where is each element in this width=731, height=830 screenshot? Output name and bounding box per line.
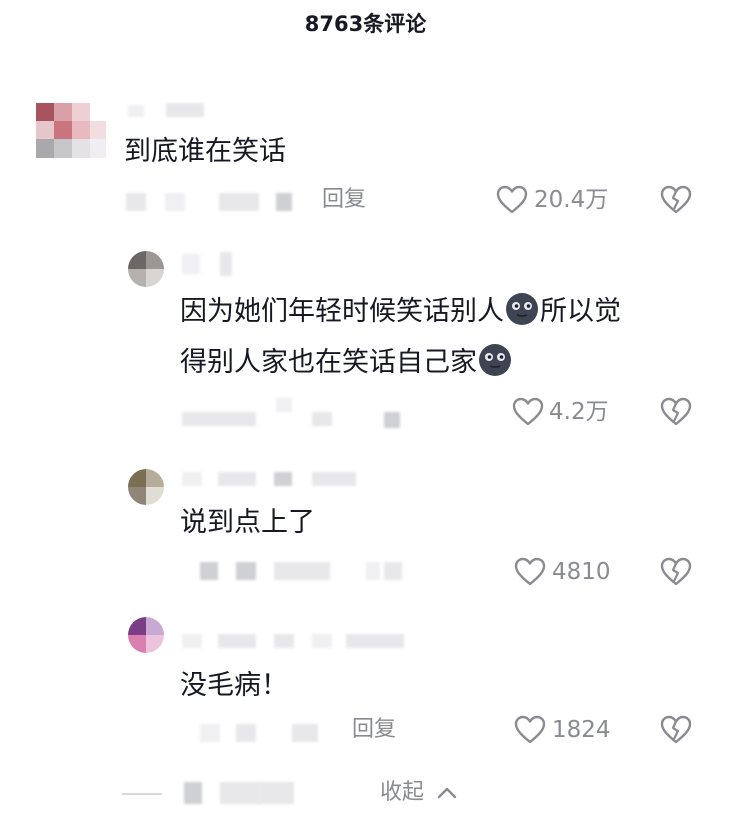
avatar[interactable] [128,617,164,653]
comments-count-title: 8763条评论 [304,12,427,36]
dislike-broken-heart-icon[interactable] [660,714,692,746]
like-button[interactable]: 4.2万 [512,396,622,428]
dislike-broken-heart-icon[interactable] [660,556,692,588]
chevron-up-icon [437,787,457,799]
like-button[interactable]: 20.4万 [496,184,616,216]
like-button[interactable]: 4810 [514,556,624,588]
heart-icon [514,715,546,744]
new-moon-face-emoji [505,292,539,326]
reply-button[interactable]: 回复 [322,185,366,215]
comment-text: 因为她们年轻时候笑话别人 所以觉 [180,292,621,330]
collapse-label: 收起 [380,780,425,805]
avatar[interactable] [128,251,164,287]
collapse-replies-button[interactable]: 收起 [380,778,457,808]
like-count: 20.4万 [534,187,609,213]
new-moon-face-emoji [478,343,512,377]
like-count: 4810 [552,559,611,585]
dislike-broken-heart-icon[interactable] [660,396,692,428]
like-count: 4.2万 [549,399,609,425]
avatar[interactable] [36,103,106,158]
comment-text: 说到点上了 [180,507,315,538]
like-button[interactable]: 1824 [514,714,624,746]
comment-text: 没毛病！ [180,670,288,701]
comment-text: 得别人家也在笑话自己家 [180,343,513,381]
heart-icon [514,557,546,586]
dislike-broken-heart-icon[interactable] [660,184,692,216]
heart-icon [512,397,544,426]
like-count: 1824 [552,717,611,743]
heart-icon [496,185,528,214]
divider [122,793,162,795]
comment-text: 到底谁在笑话 [124,136,286,167]
reply-button[interactable]: 回复 [352,715,396,745]
avatar[interactable] [128,469,164,505]
